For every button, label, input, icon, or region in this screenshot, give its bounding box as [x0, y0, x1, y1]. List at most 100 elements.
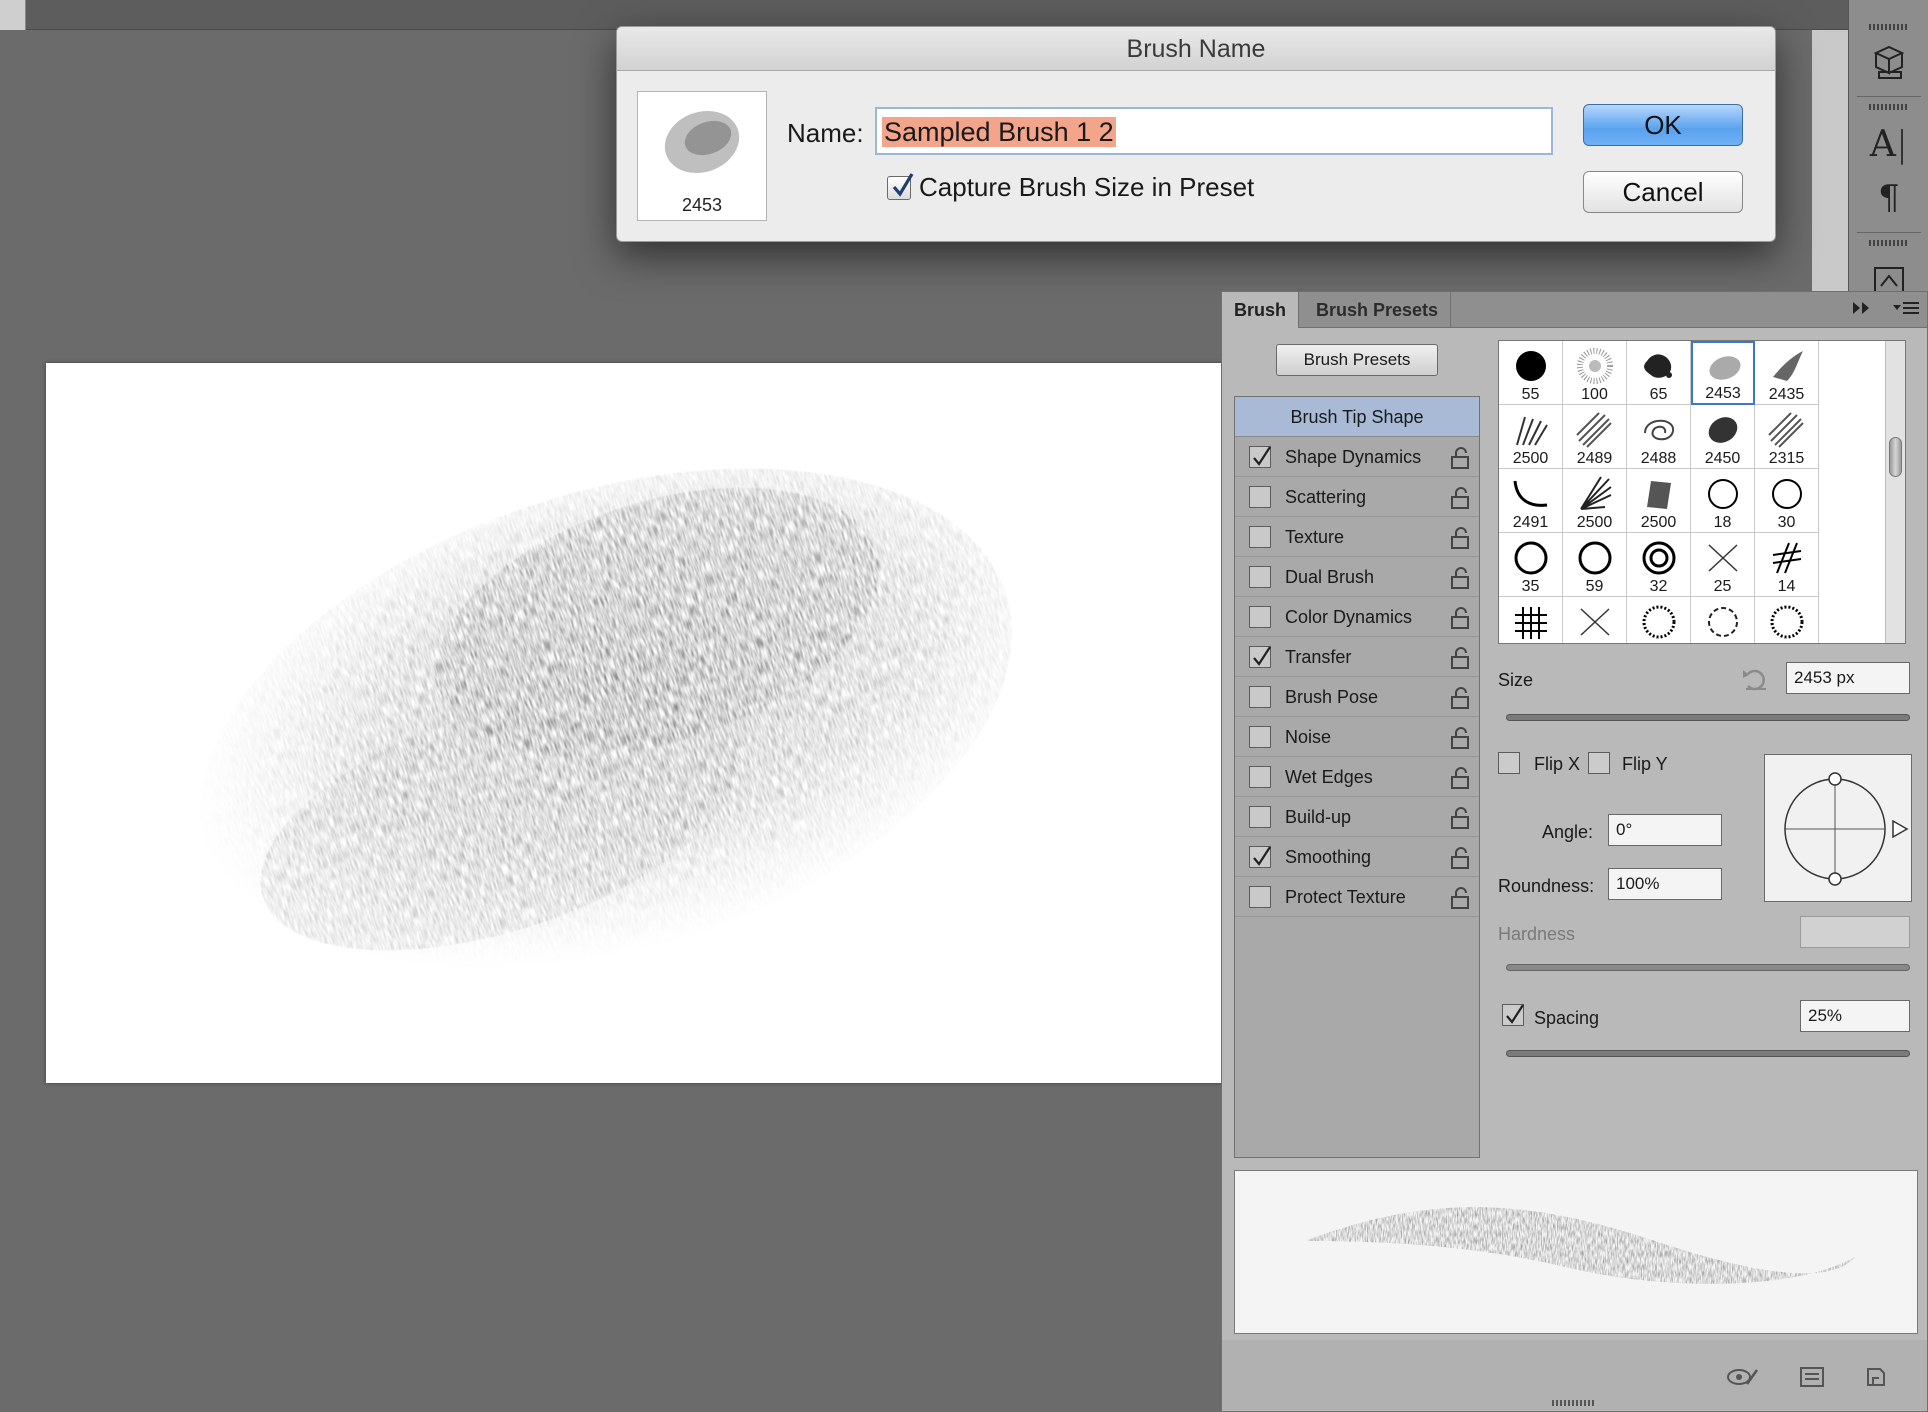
- lock-icon[interactable]: [1449, 686, 1471, 715]
- lock-icon[interactable]: [1449, 606, 1471, 635]
- option-checkbox[interactable]: [1249, 726, 1271, 748]
- capture-size-checkbox-row[interactable]: Capture Brush Size in Preset: [887, 172, 1254, 203]
- 3d-cube-icon[interactable]: [1863, 36, 1915, 88]
- brush-tip[interactable]: [1627, 597, 1691, 643]
- checkmark-icon: [1253, 646, 1271, 666]
- toolbar-grip[interactable]: [1869, 24, 1909, 30]
- brush-tip[interactable]: 2315: [1755, 405, 1819, 469]
- spacing-checkbox[interactable]: [1502, 1004, 1524, 1026]
- option-color-dynamics[interactable]: Color Dynamics: [1235, 597, 1479, 637]
- tab-brush[interactable]: Brush: [1222, 292, 1300, 328]
- brush-tip[interactable]: 2488: [1627, 405, 1691, 469]
- brush-tip[interactable]: 2500: [1563, 469, 1627, 533]
- lock-icon[interactable]: [1449, 806, 1471, 835]
- spacing-input[interactable]: 25%: [1800, 1000, 1910, 1032]
- lock-icon[interactable]: [1449, 646, 1471, 675]
- character-icon[interactable]: A |: [1863, 118, 1915, 170]
- brush-tip[interactable]: [1499, 597, 1563, 643]
- collapse-arrows-icon[interactable]: [1851, 300, 1873, 321]
- brush-tip[interactable]: 30: [1755, 469, 1819, 533]
- lock-icon[interactable]: [1449, 566, 1471, 595]
- brush-tip[interactable]: 59: [1563, 533, 1627, 597]
- flip-x-checkbox[interactable]: [1498, 752, 1520, 774]
- lock-icon[interactable]: [1449, 726, 1471, 755]
- option-noise[interactable]: Noise: [1235, 717, 1479, 757]
- size-input[interactable]: 2453 px: [1786, 662, 1910, 694]
- paragraph-icon[interactable]: ¶: [1863, 172, 1915, 224]
- brush-presets-button[interactable]: Brush Presets: [1276, 344, 1438, 376]
- option-transfer[interactable]: Transfer: [1235, 637, 1479, 677]
- toggle-live-tip-icon[interactable]: [1725, 1366, 1759, 1393]
- lock-icon[interactable]: [1449, 446, 1471, 475]
- brush-tip[interactable]: 100: [1563, 341, 1627, 405]
- option-checkbox[interactable]: [1249, 766, 1271, 788]
- brush-tip[interactable]: 2435: [1755, 341, 1819, 405]
- toolbar-grip[interactable]: [1869, 104, 1909, 110]
- ok-button[interactable]: OK: [1583, 104, 1743, 146]
- brush-tip[interactable]: [1563, 597, 1627, 643]
- lock-icon[interactable]: [1449, 486, 1471, 515]
- option-checkbox[interactable]: [1249, 486, 1271, 508]
- lock-icon[interactable]: [1449, 886, 1471, 915]
- option-protect-texture[interactable]: Protect Texture: [1235, 877, 1479, 917]
- lock-icon[interactable]: [1449, 846, 1471, 875]
- option-checkbox[interactable]: [1249, 686, 1271, 708]
- option-build-up[interactable]: Build-up: [1235, 797, 1479, 837]
- brush-name-input[interactable]: Sampled Brush 1 2: [875, 107, 1553, 155]
- lock-icon[interactable]: [1449, 526, 1471, 555]
- option-checkbox[interactable]: [1249, 806, 1271, 828]
- brush-tip[interactable]: 2500: [1499, 405, 1563, 469]
- canvas-document[interactable]: [46, 363, 1226, 1083]
- brush-tip[interactable]: 18: [1691, 469, 1755, 533]
- brush-tip[interactable]: 2450: [1691, 405, 1755, 469]
- option-smoothing[interactable]: Smoothing: [1235, 837, 1479, 877]
- panel-resize-grip[interactable]: [1552, 1400, 1596, 1406]
- option-checkbox[interactable]: [1249, 646, 1271, 668]
- option-checkbox[interactable]: [1249, 886, 1271, 908]
- tab-brush-presets[interactable]: Brush Presets: [1304, 292, 1452, 328]
- size-slider[interactable]: [1506, 714, 1910, 721]
- roundness-input[interactable]: 100%: [1608, 868, 1722, 900]
- option-checkbox[interactable]: [1249, 846, 1271, 868]
- flip-y-checkbox[interactable]: [1588, 752, 1610, 774]
- brush-tip[interactable]: 14: [1755, 533, 1819, 597]
- brush-tip[interactable]: 55: [1499, 341, 1563, 405]
- option-checkbox[interactable]: [1249, 446, 1271, 468]
- presets-scrollbar[interactable]: [1885, 341, 1905, 643]
- brush-tip-shape-item[interactable]: Brush Tip Shape: [1235, 397, 1479, 437]
- panel-menu-icon[interactable]: [1891, 299, 1921, 322]
- flip-x-label: Flip X: [1534, 754, 1581, 774]
- option-shape-dynamics[interactable]: Shape Dynamics: [1235, 437, 1479, 477]
- option-dual-brush[interactable]: Dual Brush: [1235, 557, 1479, 597]
- option-scattering[interactable]: Scattering: [1235, 477, 1479, 517]
- option-texture[interactable]: Texture: [1235, 517, 1479, 557]
- lock-icon[interactable]: [1449, 766, 1471, 795]
- document-tab[interactable]: [0, 0, 26, 30]
- brush-tip[interactable]: 25: [1691, 533, 1755, 597]
- reset-size-icon[interactable]: [1740, 666, 1770, 697]
- brush-tip[interactable]: 35: [1499, 533, 1563, 597]
- option-checkbox[interactable]: [1249, 606, 1271, 628]
- cancel-button[interactable]: Cancel: [1583, 171, 1743, 213]
- brush-tip-selected[interactable]: 2453: [1691, 341, 1755, 405]
- angle-roundness-widget[interactable]: [1764, 754, 1912, 902]
- spacing-slider[interactable]: [1506, 1050, 1910, 1057]
- new-preset-icon[interactable]: [1865, 1366, 1887, 1393]
- presets-scroll-thumb[interactable]: [1889, 437, 1902, 477]
- brush-tip[interactable]: 2489: [1563, 405, 1627, 469]
- brush-tip[interactable]: 2500: [1627, 469, 1691, 533]
- option-checkbox[interactable]: [1249, 566, 1271, 588]
- brush-tip[interactable]: 32: [1627, 533, 1691, 597]
- capture-size-checkbox[interactable]: [887, 172, 914, 200]
- option-wet-edges[interactable]: Wet Edges: [1235, 757, 1479, 797]
- brush-tip[interactable]: 65: [1627, 341, 1691, 405]
- brush-tip[interactable]: 2491: [1499, 469, 1563, 533]
- option-checkbox[interactable]: [1249, 526, 1271, 548]
- toolbar-grip[interactable]: [1869, 240, 1909, 246]
- brush-tip-size: 2315: [1768, 450, 1805, 467]
- angle-input[interactable]: 0°: [1608, 814, 1722, 846]
- brush-tip[interactable]: [1755, 597, 1819, 643]
- option-brush-pose[interactable]: Brush Pose: [1235, 677, 1479, 717]
- brush-tip[interactable]: [1691, 597, 1755, 643]
- brush-grid-icon[interactable]: [1799, 1366, 1825, 1393]
